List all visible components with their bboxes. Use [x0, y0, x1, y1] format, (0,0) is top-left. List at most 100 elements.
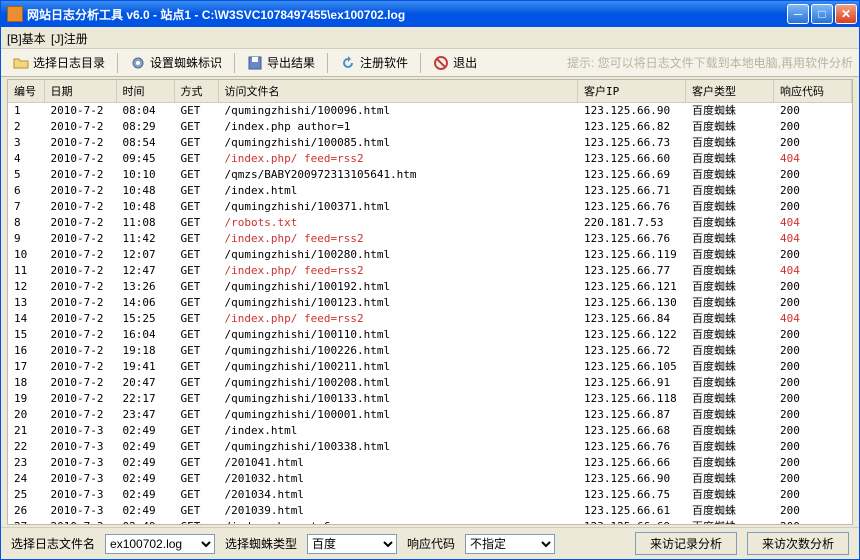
cell-agent: 百度蜘蛛 [686, 487, 774, 503]
table-row[interactable]: 252010-7-302:49GET/201034.html123.125.66… [8, 487, 852, 503]
table-row[interactable]: 182010-7-220:47GET/qumingzhishi/100208.h… [8, 375, 852, 391]
visit-record-analyze-button[interactable]: 来访记录分析 [635, 532, 737, 555]
spider-type-select[interactable]: 百度 [307, 534, 397, 554]
cell-agent: 百度蜘蛛 [686, 199, 774, 215]
cell-agent: 百度蜘蛛 [686, 471, 774, 487]
table-row[interactable]: 212010-7-302:49GET/index.html123.125.66.… [8, 423, 852, 439]
table-row[interactable]: 232010-7-302:49GET/201041.html123.125.66… [8, 455, 852, 471]
export-result-button[interactable]: 导出结果 [241, 52, 321, 73]
cell-agent: 百度蜘蛛 [686, 407, 774, 423]
cell-method: GET [174, 439, 218, 455]
table-row[interactable]: 162010-7-219:18GET/qumingzhishi/100226.h… [8, 343, 852, 359]
table-row[interactable]: 22010-7-208:29GET/index.php author=1123.… [8, 119, 852, 135]
cell-no: 25 [8, 487, 44, 503]
cell-file: /index.php/ feed=rss2 [218, 311, 578, 327]
cell-no: 26 [8, 503, 44, 519]
col-ip[interactable]: 客户IP [578, 80, 686, 103]
titlebar[interactable]: 网站日志分析工具 v6.0 - 站点1 - C:\W3SVC1078497455… [1, 1, 859, 27]
table-row[interactable]: 132010-7-214:06GET/qumingzhishi/100123.h… [8, 295, 852, 311]
cell-method: GET [174, 167, 218, 183]
col-file[interactable]: 访问文件名 [218, 80, 578, 103]
cell-code: 200 [774, 391, 852, 407]
col-time[interactable]: 时间 [116, 80, 174, 103]
table-row[interactable]: 82010-7-211:08GET/robots.txt220.181.7.53… [8, 215, 852, 231]
col-no[interactable]: 编号 [8, 80, 44, 103]
table-row[interactable]: 112010-7-212:47GET/index.php/ feed=rss21… [8, 263, 852, 279]
cell-ip: 123.125.66.71 [578, 183, 686, 199]
cell-no: 3 [8, 135, 44, 151]
cell-ip: 123.125.66.130 [578, 295, 686, 311]
menu-register[interactable]: [J]注册 [51, 32, 88, 46]
cell-method: GET [174, 503, 218, 519]
close-button[interactable]: ✕ [835, 4, 857, 24]
cell-no: 7 [8, 199, 44, 215]
col-date[interactable]: 日期 [44, 80, 116, 103]
cell-date: 2010-7-3 [44, 519, 116, 525]
minimize-button[interactable]: ─ [787, 4, 809, 24]
visit-count-analyze-button[interactable]: 来访次数分析 [747, 532, 849, 555]
table-row[interactable]: 192010-7-222:17GET/qumingzhishi/100133.h… [8, 391, 852, 407]
table-row[interactable]: 142010-7-215:25GET/index.php/ feed=rss21… [8, 311, 852, 327]
col-method[interactable]: 方式 [174, 80, 218, 103]
cell-method: GET [174, 263, 218, 279]
response-code-select[interactable]: 不指定 [465, 534, 555, 554]
cell-agent: 百度蜘蛛 [686, 151, 774, 167]
cell-method: GET [174, 311, 218, 327]
table-row[interactable]: 122010-7-213:26GET/qumingzhishi/100192.h… [8, 279, 852, 295]
select-log-dir-button[interactable]: 选择日志目录 [7, 52, 111, 73]
table-row[interactable]: 62010-7-210:48GET/index.html123.125.66.7… [8, 183, 852, 199]
cell-no: 12 [8, 279, 44, 295]
table-row[interactable]: 242010-7-302:49GET/201032.html123.125.66… [8, 471, 852, 487]
cell-file: /201039.html [218, 503, 578, 519]
table-row[interactable]: 262010-7-302:49GET/201039.html123.125.66… [8, 503, 852, 519]
log-table-container[interactable]: 编号 日期 时间 方式 访问文件名 客户IP 客户类型 响应代码 12010-7… [7, 79, 853, 525]
table-row[interactable]: 152010-7-216:04GET/qumingzhishi/100110.h… [8, 327, 852, 343]
table-row[interactable]: 272010-7-302:49GET/index.php cat=6123.12… [8, 519, 852, 525]
app-window: 网站日志分析工具 v6.0 - 站点1 - C:\W3SVC1078497455… [0, 0, 860, 560]
cell-agent: 百度蜘蛛 [686, 359, 774, 375]
table-row[interactable]: 72010-7-210:48GET/qumingzhishi/100371.ht… [8, 199, 852, 215]
separator [117, 53, 118, 73]
menu-basic[interactable]: [B]基本 [7, 32, 46, 46]
cell-time: 02:49 [116, 455, 174, 471]
table-row[interactable]: 42010-7-209:45GET/index.php/ feed=rss212… [8, 151, 852, 167]
table-row[interactable]: 222010-7-302:49GET/qumingzhishi/100338.h… [8, 439, 852, 455]
cell-agent: 百度蜘蛛 [686, 103, 774, 120]
register-software-button[interactable]: 注册软件 [334, 52, 414, 73]
cell-time: 02:49 [116, 439, 174, 455]
set-spider-flag-button[interactable]: 设置蜘蛛标识 [124, 52, 228, 73]
cell-ip: 220.181.7.53 [578, 215, 686, 231]
cell-no: 9 [8, 231, 44, 247]
cell-file: /index.php/ feed=rss2 [218, 263, 578, 279]
cell-agent: 百度蜘蛛 [686, 311, 774, 327]
maximize-button[interactable]: □ [811, 4, 833, 24]
table-row[interactable]: 12010-7-208:04GET/qumingzhishi/100096.ht… [8, 103, 852, 120]
logfile-select[interactable]: ex100702.log [105, 534, 215, 554]
cell-file: /qumingzhishi/100211.html [218, 359, 578, 375]
cell-code: 200 [774, 455, 852, 471]
cell-method: GET [174, 343, 218, 359]
table-row[interactable]: 52010-7-210:10GET/qmzs/BABY2009723131056… [8, 167, 852, 183]
table-row[interactable]: 102010-7-212:07GET/qumingzhishi/100280.h… [8, 247, 852, 263]
cell-code: 200 [774, 167, 852, 183]
folder-open-icon [13, 55, 29, 71]
table-row[interactable]: 172010-7-219:41GET/qumingzhishi/100211.h… [8, 359, 852, 375]
col-agent[interactable]: 客户类型 [686, 80, 774, 103]
cell-ip: 123.125.66.84 [578, 311, 686, 327]
cell-agent: 百度蜘蛛 [686, 391, 774, 407]
window-title: 网站日志分析工具 v6.0 - 站点1 - C:\W3SVC1078497455… [27, 6, 787, 23]
cell-code: 200 [774, 279, 852, 295]
cell-ip: 123.125.66.90 [578, 103, 686, 120]
gear-icon [130, 55, 146, 71]
table-row[interactable]: 92010-7-211:42GET/index.php/ feed=rss212… [8, 231, 852, 247]
cell-method: GET [174, 327, 218, 343]
cell-ip: 123.125.66.66 [578, 455, 686, 471]
col-code[interactable]: 响应代码 [774, 80, 852, 103]
cell-ip: 123.125.66.118 [578, 391, 686, 407]
cell-agent: 百度蜘蛛 [686, 263, 774, 279]
cell-ip: 123.125.66.72 [578, 343, 686, 359]
cell-time: 11:42 [116, 231, 174, 247]
table-row[interactable]: 202010-7-223:47GET/qumingzhishi/100001.h… [8, 407, 852, 423]
table-row[interactable]: 32010-7-208:54GET/qumingzhishi/100085.ht… [8, 135, 852, 151]
exit-button[interactable]: 退出 [427, 52, 483, 73]
